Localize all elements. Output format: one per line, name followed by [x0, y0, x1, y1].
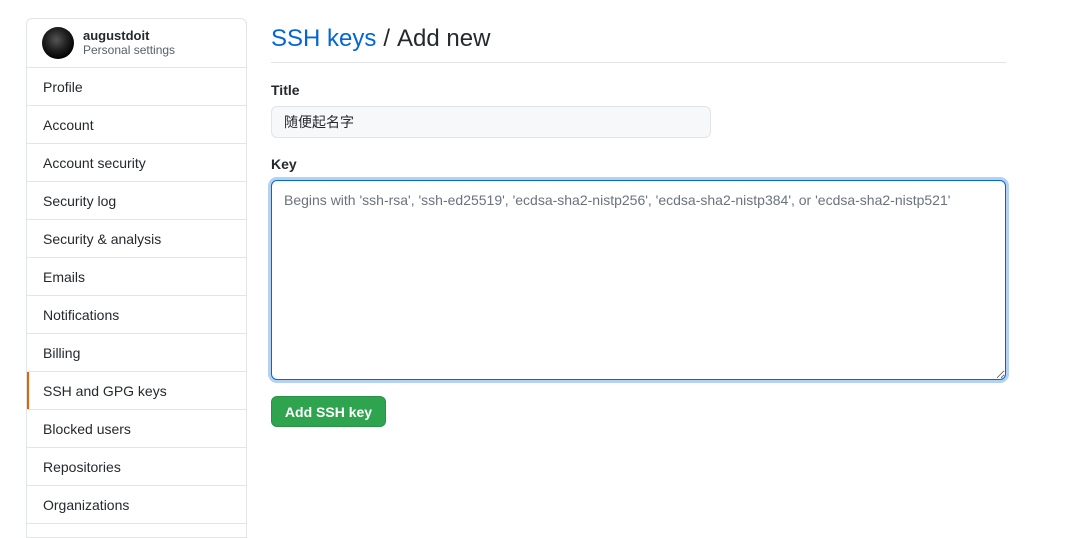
sidebar-item-security-log[interactable]: Security log — [27, 182, 246, 220]
sidebar-item-billing[interactable]: Billing — [27, 334, 246, 372]
breadcrumb-ssh-keys-link[interactable]: SSH keys — [271, 25, 376, 53]
sidebar-item-organizations[interactable]: Organizations — [27, 486, 246, 524]
key-label: Key — [271, 156, 297, 172]
sidebar-item-profile[interactable]: Profile — [27, 68, 246, 106]
main-content: SSH keys / Add new Title Key Add SSH key — [271, 18, 1006, 427]
breadcrumb-separator: / — [383, 25, 391, 52]
sidebar-item-ssh-gpg-keys[interactable]: SSH and GPG keys — [27, 372, 246, 410]
avatar[interactable] — [42, 27, 74, 59]
personal-settings-subtitle: Personal settings — [83, 43, 176, 57]
sidebar-item-account[interactable]: Account — [27, 106, 246, 144]
breadcrumb-current: Add new — [397, 25, 491, 52]
user-block: augustdoit Personal settings — [83, 28, 175, 58]
title-input[interactable] — [271, 106, 711, 138]
title-label: Title — [271, 82, 300, 98]
sidebar-item-account-security[interactable]: Account security — [27, 144, 246, 182]
page-title: SSH keys / Add new — [271, 18, 1006, 63]
settings-sidebar: augustdoit Personal settings Profile Acc… — [26, 18, 247, 538]
sidebar-item-security-analysis[interactable]: Security & analysis — [27, 220, 246, 258]
key-textarea[interactable] — [271, 180, 1006, 380]
sidebar-item-repositories[interactable]: Repositories — [27, 448, 246, 486]
sidebar-item-emails[interactable]: Emails — [27, 258, 246, 296]
sidebar-user-header: augustdoit Personal settings — [27, 19, 246, 68]
sidebar-menu: Profile Account Account security Securit… — [27, 68, 246, 524]
sidebar-item-notifications[interactable]: Notifications — [27, 296, 246, 334]
sidebar-item-blocked-users[interactable]: Blocked users — [27, 410, 246, 448]
username[interactable]: augustdoit — [83, 28, 175, 43]
add-ssh-key-button[interactable]: Add SSH key — [271, 396, 386, 427]
